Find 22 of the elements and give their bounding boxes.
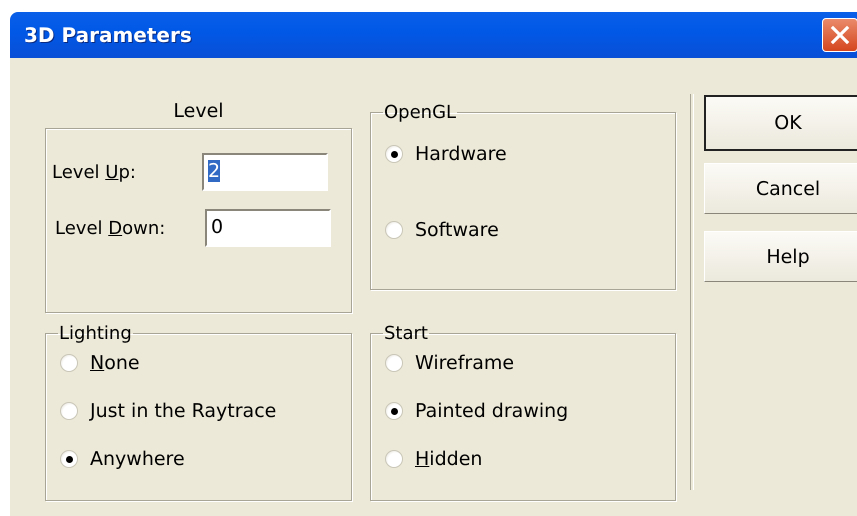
field-label: Level Down: [55, 218, 166, 238]
dialog-button[interactable]: Help [704, 231, 857, 282]
close-icon [830, 25, 850, 45]
group-title: Level [173, 100, 224, 122]
input-field[interactable]: 0 [205, 209, 331, 247]
close-button[interactable] [822, 18, 857, 52]
radio-option[interactable]: Just in the Raytrace [60, 398, 337, 424]
radio-option[interactable]: Wireframe [385, 350, 661, 376]
radio-option[interactable]: Anywhere [60, 446, 337, 472]
field-label: Level Up: [52, 162, 137, 182]
dialog-button[interactable]: OK [704, 95, 857, 151]
window-title: 3D Parameters [24, 23, 192, 47]
radio-option[interactable]: Hardware [385, 141, 661, 167]
radio-option[interactable]: None [60, 350, 337, 376]
radio-option[interactable]: Software [385, 217, 661, 243]
group-title: OpenGL [383, 102, 458, 123]
radio-option[interactable]: Hidden [385, 446, 661, 472]
dialog-button[interactable]: Cancel [704, 163, 857, 214]
input-field[interactable]: 2 [202, 153, 328, 191]
group-title: Start [383, 323, 429, 344]
radio-option[interactable]: Painted drawing [385, 398, 661, 424]
group-title: Lighting [58, 323, 133, 344]
